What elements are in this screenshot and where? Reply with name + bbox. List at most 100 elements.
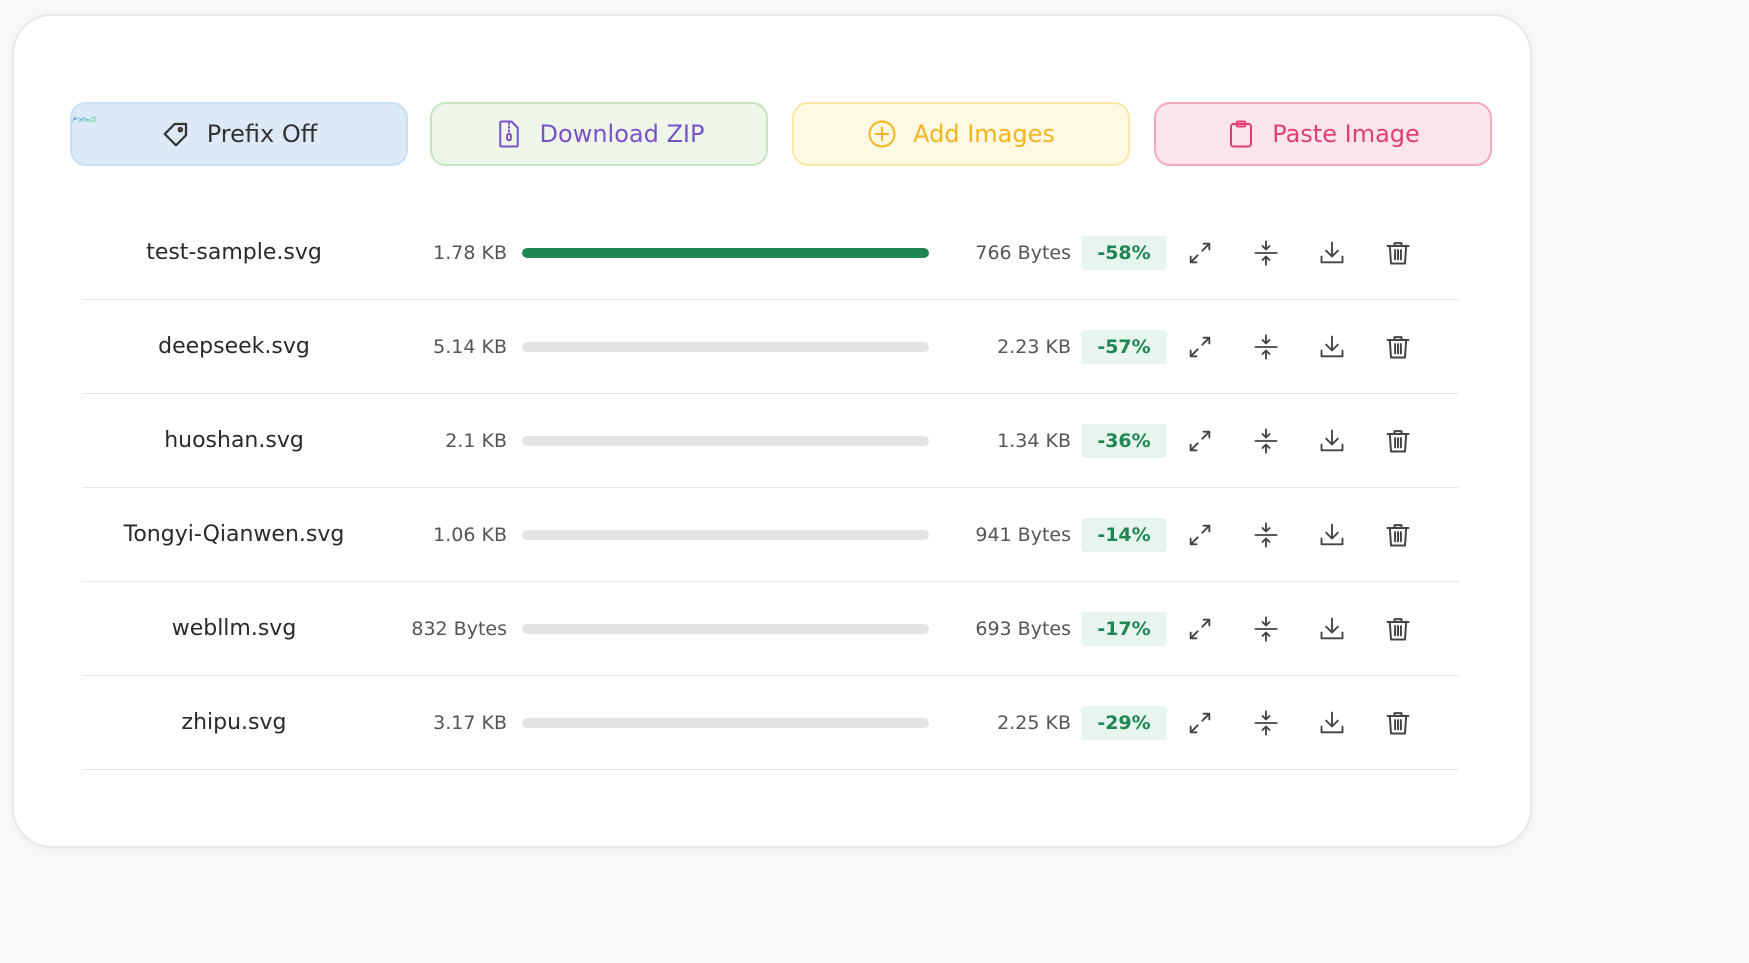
compressed-size: 766 Bytes	[975, 241, 1071, 264]
saving-badge: -58%	[1081, 236, 1167, 270]
compress-button[interactable]	[1249, 236, 1283, 270]
compress-icon	[1254, 522, 1278, 548]
trash-icon	[1386, 618, 1410, 641]
delete-button[interactable]	[1381, 424, 1415, 458]
file-row: webllm.svg 832 Bytes 693 Bytes -17%	[82, 582, 1459, 676]
compressed-size: 1.34 KB	[997, 429, 1071, 452]
download-zip-button[interactable]: Download ZIP	[430, 102, 768, 166]
file-name: zhipu.svg	[181, 710, 287, 735]
progress-bar	[522, 624, 929, 634]
saving-badge: -17%	[1081, 612, 1167, 646]
compressed-size: 941 Bytes	[975, 523, 1071, 546]
compressed-size: 2.23 KB	[997, 335, 1071, 358]
compress-button[interactable]	[1249, 424, 1283, 458]
original-size: 832 Bytes	[411, 617, 507, 640]
expand-button[interactable]	[1183, 518, 1217, 552]
progress-fill	[522, 248, 929, 258]
download-button[interactable]	[1315, 518, 1349, 552]
paste-image-button[interactable]: Paste Image	[1154, 102, 1492, 166]
expand-icon	[1189, 430, 1211, 452]
download-button[interactable]	[1315, 236, 1349, 270]
saving-badge: -57%	[1081, 330, 1167, 364]
trash-icon	[1386, 336, 1410, 359]
progress-bar	[522, 530, 929, 540]
progress-bar	[522, 342, 929, 352]
expand-button[interactable]	[1183, 236, 1217, 270]
paste-image-label: Paste Image	[1272, 120, 1420, 148]
file-row: test-sample.svg 1.78 KB 766 Bytes -58%	[82, 206, 1459, 300]
progress-bar	[522, 718, 929, 728]
file-name: test-sample.svg	[146, 240, 322, 265]
file-row: deepseek.svg 5.14 KB 2.23 KB -57%	[82, 300, 1459, 394]
prefix-toggle-button[interactable]: Prefix Off	[70, 102, 408, 166]
plus-circle-icon	[868, 120, 896, 148]
saving-badge: -29%	[1081, 706, 1167, 740]
download-button[interactable]	[1315, 706, 1349, 740]
download-icon	[1320, 429, 1344, 452]
expand-button[interactable]	[1183, 612, 1217, 646]
compress-icon	[1254, 334, 1278, 360]
progress-bar	[522, 248, 929, 258]
clipboard-icon	[1230, 120, 1253, 148]
download-icon	[1320, 335, 1344, 358]
trash-icon	[1386, 242, 1410, 265]
saving-badge: -36%	[1081, 424, 1167, 458]
compressed-size: 693 Bytes	[975, 617, 1071, 640]
expand-button[interactable]	[1183, 330, 1217, 364]
scribble-overlay	[72, 116, 97, 123]
download-icon	[1320, 617, 1344, 640]
original-size: 1.06 KB	[433, 523, 507, 546]
download-button[interactable]	[1315, 330, 1349, 364]
trash-icon	[1386, 524, 1410, 547]
delete-button[interactable]	[1381, 330, 1415, 364]
expand-icon	[1189, 618, 1211, 640]
add-images-button[interactable]: Add Images	[792, 102, 1130, 166]
delete-button[interactable]	[1381, 612, 1415, 646]
expand-button[interactable]	[1183, 424, 1217, 458]
original-size: 3.17 KB	[433, 711, 507, 734]
expand-icon	[1189, 336, 1211, 358]
compress-button[interactable]	[1249, 518, 1283, 552]
compress-button[interactable]	[1249, 330, 1283, 364]
expand-icon	[1189, 712, 1211, 734]
download-zip-label: Download ZIP	[539, 120, 705, 148]
expand-icon	[1189, 242, 1211, 264]
delete-button[interactable]	[1381, 518, 1415, 552]
file-row: Tongyi-Qianwen.svg 1.06 KB 941 Bytes -14…	[82, 488, 1459, 582]
original-size: 1.78 KB	[433, 241, 507, 264]
compress-icon	[1254, 428, 1278, 454]
expand-button[interactable]	[1183, 706, 1217, 740]
file-name: deepseek.svg	[158, 334, 310, 359]
trash-icon	[1386, 430, 1410, 453]
download-button[interactable]	[1315, 612, 1349, 646]
file-name: webllm.svg	[171, 616, 297, 641]
original-size: 2.1 KB	[445, 429, 507, 452]
progress-bar	[522, 436, 929, 446]
compress-icon	[1254, 710, 1278, 736]
download-icon	[1320, 241, 1344, 264]
trash-icon	[1386, 712, 1410, 735]
download-icon	[1320, 523, 1344, 546]
file-row: zhipu.svg 3.17 KB 2.25 KB -29%	[82, 676, 1459, 770]
add-images-label: Add Images	[913, 120, 1055, 148]
tag-icon	[163, 122, 187, 147]
compress-icon	[1254, 616, 1278, 642]
toolbar: Prefix Off Download ZIP Add Images Paste…	[70, 102, 1500, 170]
compress-button[interactable]	[1249, 612, 1283, 646]
expand-icon	[1189, 524, 1211, 546]
download-button[interactable]	[1315, 424, 1349, 458]
file-name: Tongyi-Qianwen.svg	[123, 522, 345, 547]
zip-file-icon	[498, 120, 519, 148]
prefix-toggle-label: Prefix Off	[206, 120, 318, 148]
compressed-size: 2.25 KB	[997, 711, 1071, 734]
delete-button[interactable]	[1381, 236, 1415, 270]
file-name: huoshan.svg	[164, 428, 304, 453]
delete-button[interactable]	[1381, 706, 1415, 740]
saving-badge: -14%	[1081, 518, 1167, 552]
file-row: huoshan.svg 2.1 KB 1.34 KB -36%	[82, 394, 1459, 488]
download-icon	[1320, 711, 1344, 734]
compress-icon	[1254, 240, 1278, 266]
original-size: 5.14 KB	[433, 335, 507, 358]
file-list: test-sample.svg 1.78 KB 766 Bytes -58% d…	[82, 206, 1459, 770]
compress-button[interactable]	[1249, 706, 1283, 740]
